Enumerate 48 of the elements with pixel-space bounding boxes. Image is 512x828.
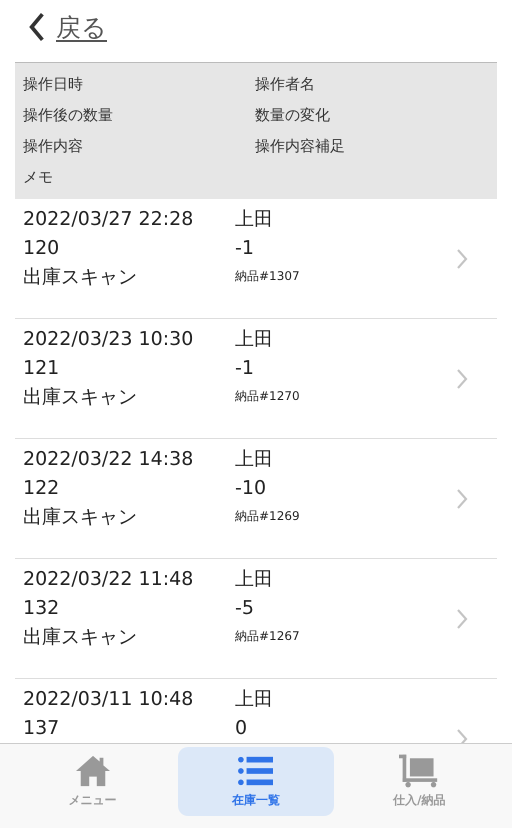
operation-text: 出庫スキャン	[23, 264, 138, 290]
operation-text: 出庫スキャン	[23, 624, 138, 650]
datetime-text: 2022/03/11 10:48	[23, 688, 194, 710]
quantity-text: 121	[23, 356, 60, 378]
column-label: 操作日時	[23, 75, 84, 94]
datetime-text: 2022/03/23 10:30	[23, 328, 194, 350]
note-text: 納品#1307	[235, 268, 300, 285]
note-text: 納品#1270	[235, 388, 300, 405]
back-link[interactable]: 戻る	[28, 10, 107, 44]
chevron-icon	[455, 608, 469, 630]
note-text: 納品#1269	[235, 508, 300, 525]
chevron-icon	[455, 488, 469, 510]
list-icon	[236, 754, 276, 788]
change-text: -1	[235, 356, 254, 378]
quantity-text: 137	[23, 716, 60, 738]
change-text: 0	[235, 716, 248, 738]
column-label: 操作内容補足	[255, 137, 345, 156]
operator-text: 上田	[235, 566, 273, 592]
operator-text: 上田	[235, 326, 273, 352]
change-text: -1	[235, 236, 254, 258]
column-label: 数量の変化	[255, 106, 330, 125]
operation-text: 出庫スキャン	[23, 504, 138, 530]
tab[interactable]: 在庫一覧	[178, 747, 334, 816]
quantity-text: 122	[23, 476, 60, 498]
column-label: 操作者名	[255, 75, 315, 94]
quantity-text: 120	[23, 236, 60, 258]
change-text: -5	[235, 596, 254, 618]
operator-text: 上田	[235, 206, 273, 232]
operation-text: 出庫スキャン	[23, 384, 138, 410]
column-label: 操作後の数量	[23, 106, 114, 125]
column-label: メモ	[23, 168, 54, 187]
operator-text: 上田	[235, 446, 273, 472]
chevron-icon	[455, 368, 469, 390]
quantity-text: 132	[23, 596, 60, 618]
chevron-icon	[455, 248, 469, 270]
history-row[interactable]: 2022/03/22 14:38 上田 122 -10 出庫スキャン 納品#1269	[15, 439, 497, 559]
back-icon	[28, 12, 46, 42]
column-label: 操作内容	[23, 137, 84, 156]
history-row[interactable]: 2022/03/27 22:28 上田 120 -1 出庫スキャン 納品#1307	[15, 199, 497, 319]
cart-icon	[399, 754, 440, 788]
operator-text: 上田	[235, 686, 273, 712]
history-row[interactable]: 2022/03/22 11:48 上田 132 -5 出庫スキャン 納品#1267	[15, 559, 497, 679]
note-text: 納品#1267	[235, 628, 300, 645]
change-text: -10	[235, 476, 266, 498]
datetime-text: 2022/03/27 22:28	[23, 208, 194, 230]
history-row[interactable]: 2022/03/23 10:30 上田 121 -1 出庫スキャン 納品#1270	[15, 319, 497, 439]
datetime-text: 2022/03/22 14:38	[23, 448, 194, 470]
datetime-text: 2022/03/22 11:48	[23, 568, 194, 590]
